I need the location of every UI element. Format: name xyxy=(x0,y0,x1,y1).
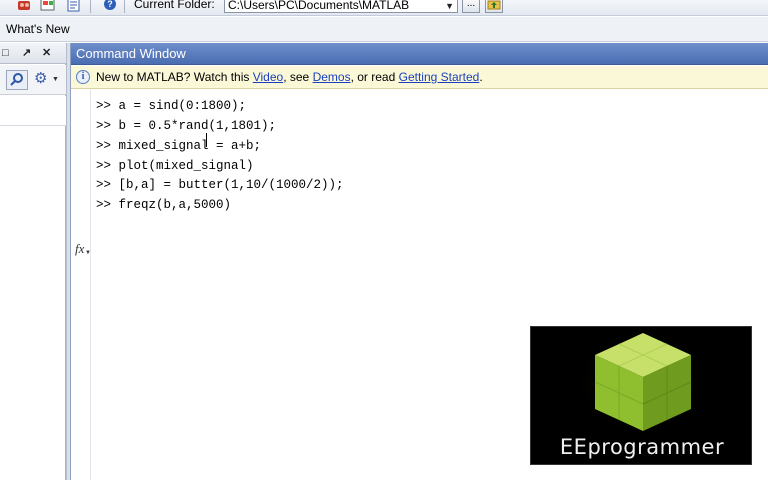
command-line[interactable]: >> mixed_signal = a+b; xyxy=(96,139,261,153)
undock-icon[interactable]: □ xyxy=(2,47,9,59)
command-line[interactable]: >> a = sind(0:1800); xyxy=(96,99,246,113)
toolbar-separator xyxy=(90,0,91,13)
video-link[interactable]: Video xyxy=(253,70,283,84)
info-bar: i New to MATLAB? Watch this Video, see D… xyxy=(71,66,768,89)
mouse-cursor xyxy=(206,133,207,147)
browse-folder-button[interactable]: ... xyxy=(462,0,480,13)
maximize-icon[interactable]: ↗ xyxy=(22,47,31,59)
main-toolbar: ? Current Folder: C:\Users\PC\Documents\… xyxy=(0,0,768,16)
info-suffix: . xyxy=(479,70,483,84)
command-line[interactable]: >> plot(mixed_signal) xyxy=(96,159,254,173)
info-icon: i xyxy=(76,70,90,84)
current-folder-panel: □ ↗ ✕ ⚙ ▼ xyxy=(0,43,66,480)
current-folder-combo[interactable]: C:\Users\PC\Documents\MATLAB ▼ xyxy=(224,0,458,13)
folder-up-icon[interactable] xyxy=(485,0,503,13)
panel-toolbar: ⚙ ▼ xyxy=(0,65,66,95)
getting-started-link[interactable]: Getting Started xyxy=(399,70,480,84)
svg-text:?: ? xyxy=(107,0,113,9)
chevron-down-icon[interactable]: ▼ xyxy=(445,0,454,12)
whats-new-link[interactable]: What's New xyxy=(6,22,70,36)
toolbar-separator xyxy=(124,0,125,13)
chevron-down-icon[interactable]: ▼ xyxy=(52,76,59,83)
info-prefix: New to MATLAB? Watch this xyxy=(96,70,253,84)
panel-title-bar: □ ↗ ✕ xyxy=(0,43,66,64)
info-sep-1: , see xyxy=(283,70,313,84)
command-line[interactable]: >> [b,a] = butter(1,10/(1000/2)); xyxy=(96,178,344,192)
eeprogrammer-logo: EEprogrammer xyxy=(530,326,752,465)
profiler-icon[interactable] xyxy=(66,0,82,12)
current-folder-label: Current Folder: xyxy=(134,0,215,11)
list-item[interactable] xyxy=(0,96,66,126)
logo-text: EEprogrammer xyxy=(559,435,725,459)
guide-icon[interactable] xyxy=(40,0,56,12)
help-icon[interactable]: ? xyxy=(102,0,118,12)
command-gutter: fx ▼ xyxy=(71,90,91,480)
close-icon[interactable]: ✕ xyxy=(42,47,51,59)
demos-link[interactable]: Demos xyxy=(313,70,351,84)
cube-icon xyxy=(573,327,713,437)
command-prompt-line[interactable]: >> freqz(b,a,5000) xyxy=(96,198,231,212)
current-folder-path: C:\Users\PC\Documents\MATLAB xyxy=(228,0,410,12)
gear-icon[interactable]: ⚙ xyxy=(34,71,47,87)
command-window-title: Command Window xyxy=(71,43,768,65)
simulink-icon[interactable] xyxy=(16,0,32,12)
search-icon xyxy=(10,73,23,86)
chevron-down-icon[interactable]: ▼ xyxy=(85,250,91,256)
search-button[interactable] xyxy=(6,70,28,90)
info-sep-2: , or read xyxy=(350,70,399,84)
function-browser-icon[interactable]: fx xyxy=(75,241,84,257)
command-line[interactable]: >> b = 0.5*rand(1,1801); xyxy=(96,119,276,133)
shortcuts-bar: What's New xyxy=(0,17,768,42)
